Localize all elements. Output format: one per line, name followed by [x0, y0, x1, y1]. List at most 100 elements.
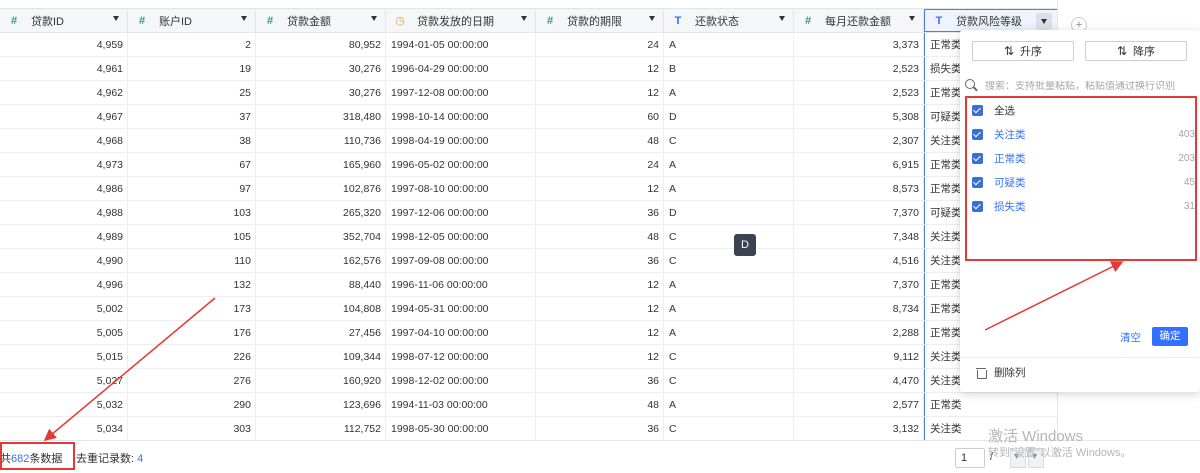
table-row[interactable]: 4,973 67 165,960 1996-05-02 00:00:00 24 A 6,91…: [0, 153, 1057, 177]
cell-loan-id[interactable]: 4,968: [0, 129, 128, 152]
delete-column-button[interactable]: 删除列: [976, 365, 1026, 380]
cell-account-id[interactable]: 103: [128, 201, 256, 224]
table-row[interactable]: 4,988 103 265,320 1997-12-06 00:00:00 36 D 7,3…: [0, 201, 1057, 225]
cell-loan-id[interactable]: 4,986: [0, 177, 128, 200]
cell-loan-id[interactable]: 5,032: [0, 393, 128, 416]
cell-monthly-payment[interactable]: 4,470: [794, 369, 924, 392]
cell-repay-status[interactable]: A: [664, 273, 794, 296]
cell-loan-term[interactable]: 12: [536, 177, 664, 200]
cell-loan-id[interactable]: 5,002: [0, 297, 128, 320]
cell-monthly-payment[interactable]: 2,577: [794, 393, 924, 416]
chevron-down-icon[interactable]: [241, 16, 247, 21]
cell-loan-term[interactable]: 12: [536, 345, 664, 368]
cell-repay-status[interactable]: C: [664, 345, 794, 368]
cell-loan-term[interactable]: 36: [536, 369, 664, 392]
cell-issue-date[interactable]: 1997-12-08 00:00:00: [386, 81, 536, 104]
table-row[interactable]: 4,986 97 102,876 1997-08-10 00:00:00 12 A 8,57…: [0, 177, 1057, 201]
cell-monthly-payment[interactable]: 6,915: [794, 153, 924, 176]
cell-loan-id[interactable]: 4,989: [0, 225, 128, 248]
cell-loan-id[interactable]: 5,027: [0, 369, 128, 392]
cell-loan-amount[interactable]: 160,920: [256, 369, 386, 392]
cell-loan-term[interactable]: 12: [536, 297, 664, 320]
cell-repay-status[interactable]: A: [664, 177, 794, 200]
cell-loan-id[interactable]: 4,961: [0, 57, 128, 80]
cell-loan-id[interactable]: 4,959: [0, 33, 128, 56]
filter-option[interactable]: 损失类 31: [967, 196, 1195, 216]
cell-account-id[interactable]: 132: [128, 273, 256, 296]
cell-repay-status[interactable]: B: [664, 57, 794, 80]
cell-loan-id[interactable]: 4,990: [0, 249, 128, 272]
cell-issue-date[interactable]: 1998-10-14 00:00:00: [386, 105, 536, 128]
table-row[interactable]: 4,989 105 352,704 1998-12-05 00:00:00 48 C 7,3…: [0, 225, 1057, 249]
clear-filter-button[interactable]: 清空: [1120, 330, 1141, 345]
cell-issue-date[interactable]: 1997-09-08 00:00:00: [386, 249, 536, 272]
table-row[interactable]: 4,996 132 88,440 1996-11-06 00:00:00 12 A 7,37…: [0, 273, 1057, 297]
cell-repay-status[interactable]: A: [664, 33, 794, 56]
cell-issue-date[interactable]: 1994-01-05 00:00:00: [386, 33, 536, 56]
cell-repay-status[interactable]: C: [664, 129, 794, 152]
cell-repay-status[interactable]: C: [664, 417, 794, 440]
table-row[interactable]: 5,027 276 160,920 1998-12-02 00:00:00 36 C 4,4…: [0, 369, 1057, 393]
column-header-loan-term[interactable]: # 贷款的期限: [536, 9, 664, 32]
cell-loan-term[interactable]: 48: [536, 225, 664, 248]
cell-loan-id[interactable]: 5,005: [0, 321, 128, 344]
cell-loan-id[interactable]: 4,967: [0, 105, 128, 128]
cell-monthly-payment[interactable]: 4,516: [794, 249, 924, 272]
cell-account-id[interactable]: 226: [128, 345, 256, 368]
chevron-down-icon[interactable]: [113, 16, 119, 21]
cell-issue-date[interactable]: 1996-04-29 00:00:00: [386, 57, 536, 80]
cell-account-id[interactable]: 38: [128, 129, 256, 152]
sort-ascending-button[interactable]: ⇅ 升序: [972, 41, 1074, 61]
table-row[interactable]: 5,005 176 27,456 1997-04-10 00:00:00 12 A 2,28…: [0, 321, 1057, 345]
cell-loan-term[interactable]: 48: [536, 129, 664, 152]
cell-loan-amount[interactable]: 80,952: [256, 33, 386, 56]
cell-monthly-payment[interactable]: 2,288: [794, 321, 924, 344]
cell-repay-status[interactable]: A: [664, 297, 794, 320]
cell-account-id[interactable]: 67: [128, 153, 256, 176]
chevron-down-icon[interactable]: [1036, 13, 1052, 30]
cell-loan-amount[interactable]: 110,736: [256, 129, 386, 152]
cell-monthly-payment[interactable]: 2,307: [794, 129, 924, 152]
cell-loan-amount[interactable]: 318,480: [256, 105, 386, 128]
cell-issue-date[interactable]: 1996-05-02 00:00:00: [386, 153, 536, 176]
cell-repay-status[interactable]: D: [664, 201, 794, 224]
cell-account-id[interactable]: 2: [128, 33, 256, 56]
cell-monthly-payment[interactable]: 7,348: [794, 225, 924, 248]
filter-option[interactable]: 全选: [967, 100, 1195, 120]
cell-repay-status[interactable]: D: [664, 105, 794, 128]
cell-account-id[interactable]: 276: [128, 369, 256, 392]
cell-loan-amount[interactable]: 27,456: [256, 321, 386, 344]
table-row[interactable]: 5,015 226 109,344 1998-07-12 00:00:00 12 C 9,1…: [0, 345, 1057, 369]
cell-loan-term[interactable]: 12: [536, 321, 664, 344]
cell-issue-date[interactable]: 1997-08-10 00:00:00: [386, 177, 536, 200]
cell-account-id[interactable]: 176: [128, 321, 256, 344]
cell-loan-term[interactable]: 24: [536, 33, 664, 56]
cell-repay-status[interactable]: A: [664, 393, 794, 416]
cell-repay-status[interactable]: C: [664, 225, 794, 248]
cell-loan-amount[interactable]: 104,808: [256, 297, 386, 320]
column-header-monthly-payment[interactable]: # 每月还款金额: [794, 9, 924, 32]
table-row[interactable]: 4,990 110 162,576 1997-09-08 00:00:00 36 C 4,5…: [0, 249, 1057, 273]
table-row[interactable]: 4,962 25 30,276 1997-12-08 00:00:00 12 A 2,523…: [0, 81, 1057, 105]
cell-loan-amount[interactable]: 88,440: [256, 273, 386, 296]
cell-issue-date[interactable]: 1996-11-06 00:00:00: [386, 273, 536, 296]
cell-monthly-payment[interactable]: 2,523: [794, 57, 924, 80]
cell-monthly-payment[interactable]: 8,734: [794, 297, 924, 320]
table-row[interactable]: 5,034 303 112,752 1998-05-30 00:00:00 36 C 3,1…: [0, 417, 1057, 440]
filter-search-input[interactable]: [985, 80, 1195, 92]
cell-issue-date[interactable]: 1994-05-31 00:00:00: [386, 297, 536, 320]
cell-loan-id[interactable]: 4,996: [0, 273, 128, 296]
cell-issue-date[interactable]: 1998-05-30 00:00:00: [386, 417, 536, 440]
filter-option[interactable]: 关注类 403: [967, 124, 1195, 144]
chevron-down-icon[interactable]: [909, 16, 915, 21]
cell-repay-status[interactable]: A: [664, 81, 794, 104]
cell-loan-amount[interactable]: 165,960: [256, 153, 386, 176]
cell-monthly-payment[interactable]: 8,573: [794, 177, 924, 200]
cell-account-id[interactable]: 19: [128, 57, 256, 80]
column-header-account-id[interactable]: # 账户ID: [128, 9, 256, 32]
table-row[interactable]: 5,032 290 123,696 1994-11-03 00:00:00 48 A 2,5…: [0, 393, 1057, 417]
confirm-filter-button[interactable]: 确定: [1152, 327, 1188, 346]
checkbox-checked-icon[interactable]: [972, 176, 983, 188]
cell-loan-id[interactable]: 4,988: [0, 201, 128, 224]
cell-loan-amount[interactable]: 112,752: [256, 417, 386, 440]
